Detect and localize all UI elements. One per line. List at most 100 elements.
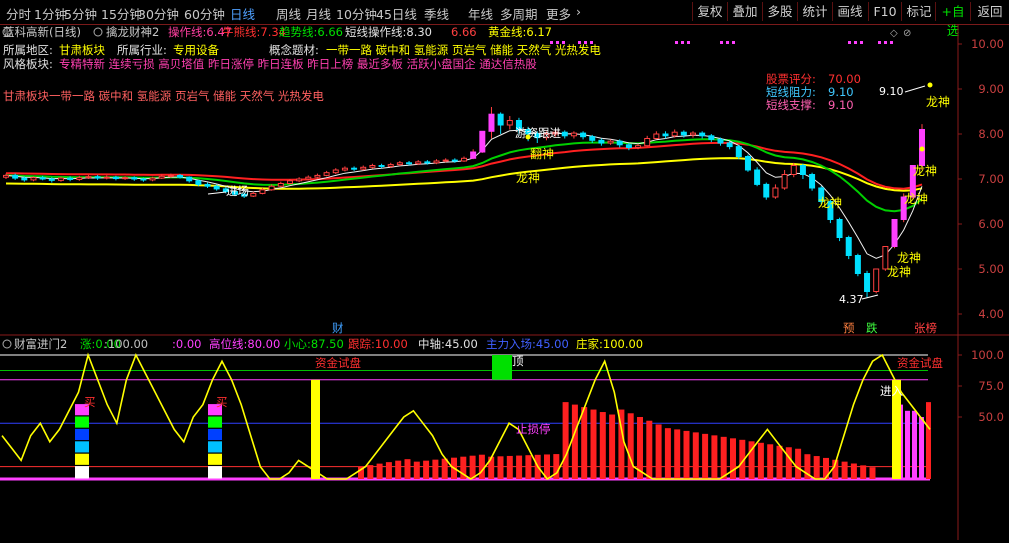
volume-bar (776, 445, 783, 479)
signal-dot (860, 41, 863, 44)
period-tab-1[interactable]: 1分钟 (34, 4, 67, 23)
right-bar (912, 410, 917, 479)
signal-tower-2 (208, 441, 222, 453)
candle (854, 255, 861, 274)
toolbar-button-1[interactable]: 叠加 (727, 2, 762, 21)
period-tab-4[interactable]: 30分钟 (138, 4, 179, 23)
period-tab-10[interactable]: 45日线 (376, 4, 417, 23)
candle (167, 174, 174, 177)
candle (799, 165, 806, 175)
volume-bar (441, 458, 448, 479)
long-shen-label-5: 龙神 (887, 265, 911, 279)
y-axis-label-2: 8.00 (978, 127, 1004, 141)
indicator-name: 擒龙财神2 (106, 25, 159, 39)
collapse-diamond-icon: ◇ (890, 28, 898, 39)
volume-bar (646, 420, 653, 479)
period-tab-14[interactable]: 更多 (546, 4, 571, 23)
candle (131, 177, 138, 180)
signal-dot-yellow (919, 146, 925, 152)
candle (845, 237, 852, 256)
candle (616, 140, 623, 146)
candle (625, 144, 632, 149)
sector-line: 甘肃板块一带一路 碳中和 氢能源 页岩气 储能 天然气 光热发电 (3, 89, 324, 103)
period-tab-11[interactable]: 季线 (424, 4, 449, 23)
candle (94, 176, 101, 179)
indicator-line-2: 趋势线:6.66 (279, 25, 343, 39)
period-tab-8[interactable]: 月线 (306, 4, 331, 23)
candle (103, 176, 110, 179)
candle (195, 180, 202, 185)
candle (158, 175, 165, 179)
period-tab-13[interactable]: 多周期 (500, 4, 538, 23)
long-shen-label-2: 龙神 (818, 196, 842, 210)
concept-label: 概念题材: (269, 43, 319, 57)
toolbar-button-6[interactable]: 标记 (901, 2, 936, 21)
volume-bar (813, 456, 820, 479)
toolbar-button-5[interactable]: F10 (868, 2, 901, 21)
candle (763, 183, 770, 198)
period-tab-6[interactable]: 日线 (230, 4, 255, 23)
candle (250, 192, 257, 197)
volume-bar (785, 447, 792, 479)
signal-dot (687, 41, 690, 44)
trial-label-2: 资金试盘 (897, 356, 943, 370)
candle (735, 146, 742, 157)
period-tab-5[interactable]: 60分钟 (184, 4, 225, 23)
candle (772, 187, 779, 198)
candle (598, 139, 605, 144)
style-value: 专精特新 连续亏损 高贝塔值 昨日涨停 昨日连板 昨日上榜 最近多板 活跃小盘国… (59, 57, 537, 71)
hot-money-label: 游资跟进 (515, 126, 561, 140)
candle (369, 165, 376, 168)
badge-3: 张榜 (914, 321, 937, 335)
candle (433, 160, 440, 164)
toolbar-button-8[interactable]: 返回 (970, 2, 1009, 21)
candle (744, 156, 751, 171)
y-axis-label-6: 4.00 (978, 307, 1004, 321)
style-label: 风格板块: (3, 57, 53, 71)
toolbar-button-0[interactable]: 复权 (692, 2, 727, 21)
toolbar-button-2[interactable]: 多股 (762, 2, 797, 21)
badge-0: 财 (332, 321, 344, 335)
signal-tower-1 (75, 416, 89, 428)
candle (305, 176, 312, 180)
candle (891, 219, 898, 247)
volume-bar (711, 435, 718, 479)
sub-title: 财富进门2 (14, 337, 67, 351)
industry-label: 所属行业: (117, 43, 167, 57)
candle (186, 176, 193, 182)
toolbar-button-3[interactable]: 统计 (797, 2, 832, 21)
volume-bar (562, 402, 569, 479)
candle (717, 138, 724, 144)
candle (506, 120, 513, 126)
candle (314, 174, 321, 178)
volume-bar (683, 430, 690, 479)
volume-bar (730, 438, 736, 479)
candle (140, 178, 147, 181)
volume-bar (581, 407, 588, 479)
more-chevron-icon[interactable]: › (576, 4, 581, 19)
long-shen-label-7: 龙神 (926, 95, 950, 109)
price-high-arrow (904, 85, 926, 93)
chart-canvas: 蓝科高新(日线) 擒龙财神2 操作线:6.47牛熊线:7.34趋势线:6.66 短线操… (0, 24, 1009, 540)
indicator-line-3: 短线操作线:8.30 (345, 25, 432, 39)
y-axis-label-1: 9.00 (978, 82, 1004, 96)
volume-bar (571, 404, 578, 479)
candle (873, 268, 880, 292)
period-tab-3[interactable]: 15分钟 (101, 4, 142, 23)
period-tab-12[interactable]: 年线 (468, 4, 493, 23)
period-tab-0[interactable]: 分时 (6, 4, 31, 23)
toolbar-button-4[interactable]: 画线 (832, 2, 867, 21)
volume-bar (674, 429, 681, 479)
signal-tower-2 (208, 466, 222, 479)
period-tab-7[interactable]: 周线 (276, 4, 301, 23)
candle (122, 177, 129, 180)
volume-bar (488, 456, 495, 479)
period-tab-2[interactable]: 5分钟 (64, 4, 97, 23)
candle (497, 113, 504, 126)
toolbar-button-7[interactable]: +自选 (935, 2, 970, 38)
period-tab-9[interactable]: 10分钟 (336, 4, 377, 23)
signal-tower-2 (208, 453, 222, 465)
volume-bar (525, 455, 532, 479)
price-high-label: 9.10 (879, 85, 904, 98)
candle (488, 113, 495, 132)
